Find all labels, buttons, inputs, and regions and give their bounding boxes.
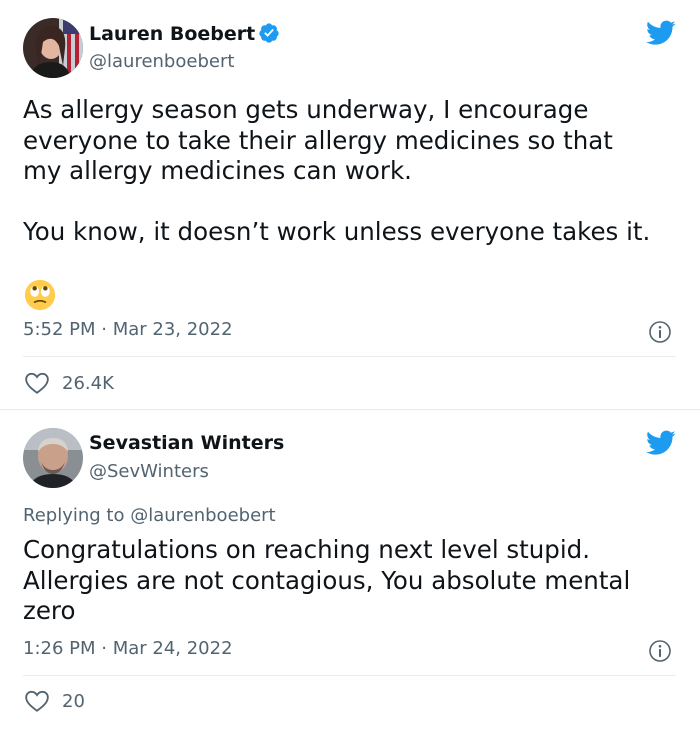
info-icon[interactable] bbox=[648, 639, 672, 663]
tweet-text-line: As allergy season gets underway, I encou… bbox=[23, 95, 589, 124]
tweet-text-line: zero bbox=[23, 596, 76, 625]
heart-icon[interactable] bbox=[24, 371, 50, 395]
tweet-text-line: You know, it doesn’t work unless everyon… bbox=[23, 217, 651, 246]
author-name[interactable]: Lauren Boebert bbox=[89, 22, 280, 45]
tweet-card[interactable]: Sevastian Winters @SevWinters Replying t… bbox=[0, 410, 700, 729]
info-icon[interactable] bbox=[648, 320, 672, 344]
replying-to-prefix: Replying to bbox=[23, 505, 131, 526]
tweet-text: As allergy season gets underway, I encou… bbox=[23, 95, 650, 248]
divider bbox=[23, 675, 676, 676]
heart-icon[interactable] bbox=[24, 689, 50, 713]
author-handle[interactable]: @SevWinters bbox=[89, 461, 209, 482]
divider bbox=[23, 356, 676, 357]
tweet-text-line: Congratulations on reaching next level s… bbox=[23, 535, 591, 564]
author-name-text[interactable]: Lauren Boebert bbox=[89, 23, 255, 45]
author-handle[interactable]: @laurenboebert bbox=[89, 51, 234, 72]
like-count: 26.4K bbox=[62, 372, 114, 394]
replying-to: Replying to @laurenboebert bbox=[23, 505, 276, 526]
avatar[interactable] bbox=[23, 428, 83, 488]
twitter-bird-icon[interactable] bbox=[646, 20, 676, 46]
tweet-card[interactable]: Lauren Boebert @laurenboebert As allergy… bbox=[0, 0, 700, 409]
tweet-text-line: Allergies are not contagious, You absolu… bbox=[23, 565, 631, 595]
verified-badge-icon bbox=[259, 23, 279, 43]
tweet-timestamp[interactable]: 1:26 PM · Mar 24, 2022 bbox=[23, 638, 233, 659]
twitter-bird-icon[interactable] bbox=[646, 430, 676, 456]
rolling-eyes-emoji bbox=[24, 279, 56, 311]
tweet-timestamp[interactable]: 5:52 PM · Mar 23, 2022 bbox=[23, 319, 233, 340]
tweet-text-line: my allergy medicines can work. bbox=[23, 156, 412, 185]
avatar[interactable] bbox=[23, 18, 83, 78]
tweet-text-line: everyone to take their allergy medicines… bbox=[23, 125, 613, 155]
like-count: 20 bbox=[62, 690, 85, 712]
replying-to-handle[interactable]: @laurenboebert bbox=[130, 505, 275, 526]
tweet-text: Congratulations on reaching next level s… bbox=[23, 535, 630, 627]
author-name[interactable]: Sevastian Winters bbox=[89, 432, 284, 454]
like-button[interactable]: 26.4K bbox=[24, 371, 114, 395]
like-button[interactable]: 20 bbox=[24, 689, 85, 713]
